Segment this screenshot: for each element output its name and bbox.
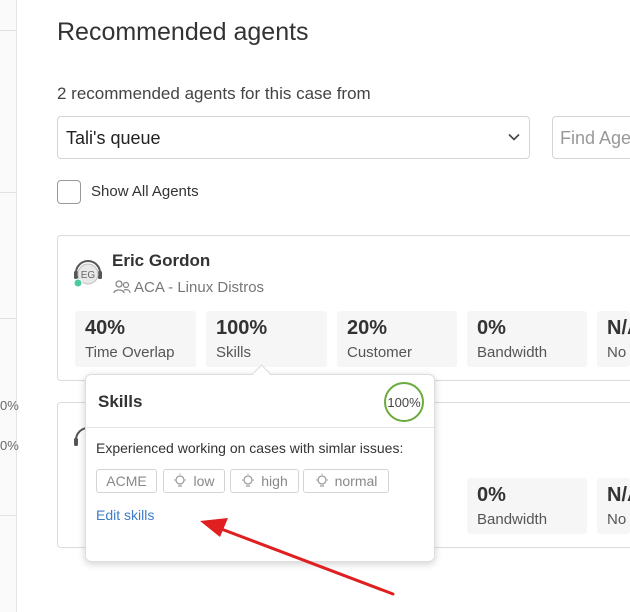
metric-label: Customer	[347, 344, 413, 361]
metric-customer: 20% Customer	[337, 311, 457, 367]
agent-name: Eric Gordon	[112, 251, 211, 270]
metric-label: No	[607, 344, 627, 361]
queue-select[interactable]: Tali's queue	[57, 116, 530, 159]
metric-value: N/A	[607, 484, 630, 506]
page-title: Recommended agents	[57, 18, 309, 46]
skill-chip-label: normal	[334, 473, 378, 489]
metric-value: 20%	[347, 317, 388, 339]
metric-value: 0%	[477, 484, 506, 506]
skill-chip-label: ACME	[106, 473, 147, 489]
metric-no: N/A No	[597, 478, 630, 534]
skill-chip-low: low	[163, 469, 225, 493]
skill-chip-normal: normal	[303, 469, 389, 493]
metric-bandwidth: 0% Bandwidth	[467, 478, 587, 534]
show-all-agents-label: Show All Agents	[91, 183, 199, 200]
team-users-icon	[113, 280, 131, 294]
agent-team: ACA - Linux Distros	[113, 279, 264, 296]
metric-value: 100%	[216, 317, 268, 339]
skills-description: Experienced working on cases with simlar…	[96, 440, 404, 456]
agent-team-label: ACA - Linux Distros	[134, 279, 265, 296]
metric-label: Skills	[216, 344, 252, 361]
strip-percent: 0%	[0, 438, 19, 453]
metric-label: Bandwidth	[477, 344, 548, 361]
metric-label: Time Overlap	[85, 344, 175, 361]
skill-chip-high: high	[230, 469, 299, 493]
metric-value: 40%	[85, 317, 126, 339]
edit-skills-link[interactable]: Edit skills	[96, 507, 154, 523]
metric-time-overlap: 40% Time Overlap	[75, 311, 196, 367]
chevron-down-icon	[508, 133, 520, 141]
left-panel-strip	[0, 0, 17, 612]
skill-chip-label: high	[261, 473, 288, 489]
strip-divider	[0, 30, 16, 31]
agent-initials: EG	[81, 270, 96, 281]
popover-divider	[86, 427, 434, 428]
lightbulb-icon	[315, 473, 328, 487]
metric-no: N/A No	[597, 311, 630, 367]
skill-chip-acme: ACME	[96, 469, 157, 493]
metric-skills[interactable]: 100% Skills	[206, 311, 327, 367]
metric-value: N/A	[607, 317, 630, 339]
strip-divider	[0, 515, 16, 516]
lightbulb-icon	[242, 473, 255, 487]
queue-select-value: Tali's queue	[66, 128, 161, 148]
show-all-agents-checkbox[interactable]	[57, 180, 81, 204]
metric-label: Bandwidth	[477, 511, 548, 528]
find-agent-placeholder: Find Agent	[560, 128, 630, 148]
skills-score-ring: 100%	[384, 382, 424, 422]
skill-chip-label: low	[193, 473, 215, 489]
metric-bandwidth: 0% Bandwidth	[467, 311, 587, 367]
skills-popover-title: Skills	[98, 392, 143, 411]
strip-divider	[0, 318, 16, 319]
skills-popover: Skills 100% Experienced working on cases…	[85, 374, 435, 562]
metric-label: No	[607, 511, 627, 528]
find-agent-input[interactable]: Find Agent	[552, 116, 630, 159]
page-subtitle: 2 recommended agents for this case from	[57, 84, 371, 103]
strip-divider	[0, 192, 16, 193]
lightbulb-icon	[174, 473, 187, 487]
agent-avatar-headset-icon: EG	[73, 260, 102, 288]
strip-percent: 0%	[0, 398, 19, 413]
metric-value: 0%	[477, 317, 506, 339]
